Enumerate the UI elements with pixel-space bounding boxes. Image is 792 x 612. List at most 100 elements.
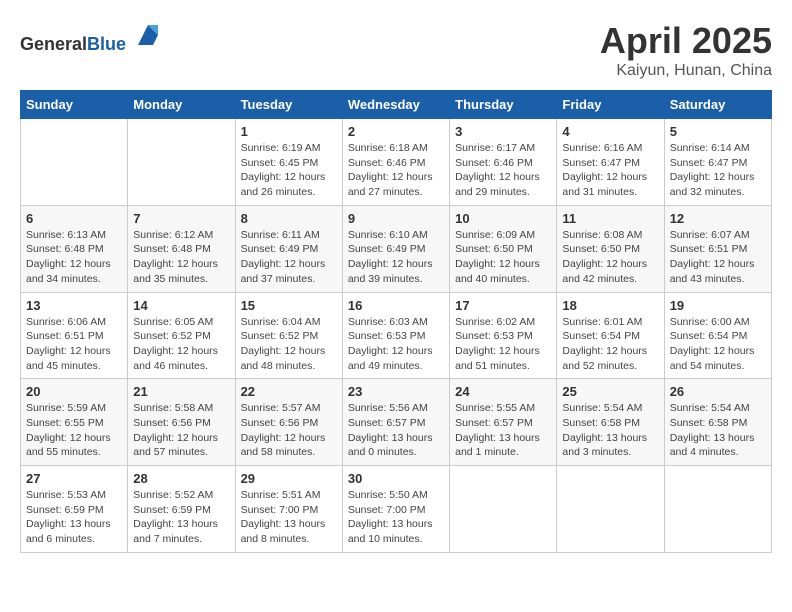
calendar-cell: 19 Sunrise: 6:00 AM Sunset: 6:54 PM Dayli…: [664, 292, 771, 379]
calendar-cell: 3 Sunrise: 6:17 AM Sunset: 6:46 PM Daylig…: [450, 119, 557, 206]
page-subtitle: Kaiyun, Hunan, China: [600, 62, 772, 80]
calendar-cell: 10 Sunrise: 6:09 AM Sunset: 6:50 PM Dayli…: [450, 205, 557, 292]
day-info: Sunrise: 6:04 AM Sunset: 6:52 PM Dayligh…: [241, 315, 337, 374]
calendar-cell: 17 Sunrise: 6:02 AM Sunset: 6:53 PM Dayli…: [450, 292, 557, 379]
weekday-header: Sunday: [21, 91, 128, 119]
day-info: Sunrise: 6:02 AM Sunset: 6:53 PM Dayligh…: [455, 315, 551, 374]
day-info: Sunrise: 5:53 AM Sunset: 6:59 PM Dayligh…: [26, 488, 122, 547]
day-info: Sunrise: 6:18 AM Sunset: 6:46 PM Dayligh…: [348, 141, 444, 200]
weekday-header: Tuesday: [235, 91, 342, 119]
day-number: 11: [562, 211, 658, 226]
calendar-week-row: 20 Sunrise: 5:59 AM Sunset: 6:55 PM Dayli…: [21, 379, 772, 466]
day-number: 25: [562, 384, 658, 399]
weekday-header: Monday: [128, 91, 235, 119]
day-number: 27: [26, 471, 122, 486]
day-number: 5: [670, 124, 766, 139]
calendar-cell: 28 Sunrise: 5:52 AM Sunset: 6:59 PM Dayli…: [128, 466, 235, 553]
page-title: April 2025: [600, 20, 772, 62]
day-number: 19: [670, 298, 766, 313]
day-info: Sunrise: 5:50 AM Sunset: 7:00 PM Dayligh…: [348, 488, 444, 547]
calendar-cell: 8 Sunrise: 6:11 AM Sunset: 6:49 PM Daylig…: [235, 205, 342, 292]
day-number: 29: [241, 471, 337, 486]
day-info: Sunrise: 5:52 AM Sunset: 6:59 PM Dayligh…: [133, 488, 229, 547]
day-info: Sunrise: 5:57 AM Sunset: 6:56 PM Dayligh…: [241, 401, 337, 460]
day-info: Sunrise: 6:10 AM Sunset: 6:49 PM Dayligh…: [348, 228, 444, 287]
day-number: 14: [133, 298, 229, 313]
calendar-table: SundayMondayTuesdayWednesdayThursdayFrid…: [20, 90, 772, 553]
logo: GeneralBlue: [20, 20, 163, 55]
day-info: Sunrise: 6:11 AM Sunset: 6:49 PM Dayligh…: [241, 228, 337, 287]
day-number: 10: [455, 211, 551, 226]
day-number: 6: [26, 211, 122, 226]
day-info: Sunrise: 6:12 AM Sunset: 6:48 PM Dayligh…: [133, 228, 229, 287]
calendar-cell: [664, 466, 771, 553]
day-number: 2: [348, 124, 444, 139]
weekday-header: Wednesday: [342, 91, 449, 119]
day-info: Sunrise: 5:59 AM Sunset: 6:55 PM Dayligh…: [26, 401, 122, 460]
day-info: Sunrise: 6:00 AM Sunset: 6:54 PM Dayligh…: [670, 315, 766, 374]
day-info: Sunrise: 6:17 AM Sunset: 6:46 PM Dayligh…: [455, 141, 551, 200]
calendar-cell: 30 Sunrise: 5:50 AM Sunset: 7:00 PM Dayli…: [342, 466, 449, 553]
calendar-cell: 1Sunrise: 6:19 AM Sunset: 6:45 PM Daylig…: [235, 119, 342, 206]
calendar-cell: 27 Sunrise: 5:53 AM Sunset: 6:59 PM Dayli…: [21, 466, 128, 553]
day-number: 30: [348, 471, 444, 486]
calendar-cell: [557, 466, 664, 553]
calendar-cell: 25 Sunrise: 5:54 AM Sunset: 6:58 PM Dayli…: [557, 379, 664, 466]
logo-icon: [133, 20, 163, 50]
page-header: GeneralBlue April 2025 Kaiyun, Hunan, Ch…: [20, 20, 772, 80]
calendar-cell: 24 Sunrise: 5:55 AM Sunset: 6:57 PM Dayli…: [450, 379, 557, 466]
calendar-week-row: 13Sunrise: 6:06 AM Sunset: 6:51 PM Dayli…: [21, 292, 772, 379]
calendar-week-row: 27 Sunrise: 5:53 AM Sunset: 6:59 PM Dayli…: [21, 466, 772, 553]
day-info: Sunrise: 5:55 AM Sunset: 6:57 PM Dayligh…: [455, 401, 551, 460]
calendar-cell: 11Sunrise: 6:08 AM Sunset: 6:50 PM Dayli…: [557, 205, 664, 292]
calendar-cell: 21Sunrise: 5:58 AM Sunset: 6:56 PM Dayli…: [128, 379, 235, 466]
title-section: April 2025 Kaiyun, Hunan, China: [600, 20, 772, 80]
calendar-cell: 16 Sunrise: 6:03 AM Sunset: 6:53 PM Dayli…: [342, 292, 449, 379]
weekday-header-row: SundayMondayTuesdayWednesdayThursdayFrid…: [21, 91, 772, 119]
day-number: 3: [455, 124, 551, 139]
day-number: 28: [133, 471, 229, 486]
calendar-cell: 26 Sunrise: 5:54 AM Sunset: 6:58 PM Dayli…: [664, 379, 771, 466]
day-info: Sunrise: 6:09 AM Sunset: 6:50 PM Dayligh…: [455, 228, 551, 287]
day-number: 16: [348, 298, 444, 313]
day-number: 24: [455, 384, 551, 399]
day-info: Sunrise: 6:16 AM Sunset: 6:47 PM Dayligh…: [562, 141, 658, 200]
weekday-header: Thursday: [450, 91, 557, 119]
day-number: 4: [562, 124, 658, 139]
weekday-header: Friday: [557, 91, 664, 119]
day-info: Sunrise: 6:03 AM Sunset: 6:53 PM Dayligh…: [348, 315, 444, 374]
day-info: Sunrise: 5:58 AM Sunset: 6:56 PM Dayligh…: [133, 401, 229, 460]
day-number: 23: [348, 384, 444, 399]
calendar-cell: [450, 466, 557, 553]
calendar-cell: 15 Sunrise: 6:04 AM Sunset: 6:52 PM Dayli…: [235, 292, 342, 379]
day-info: Sunrise: 5:54 AM Sunset: 6:58 PM Dayligh…: [562, 401, 658, 460]
day-info: Sunrise: 6:01 AM Sunset: 6:54 PM Dayligh…: [562, 315, 658, 374]
day-number: 20: [26, 384, 122, 399]
day-number: 9: [348, 211, 444, 226]
calendar-cell: 29Sunrise: 5:51 AM Sunset: 7:00 PM Dayli…: [235, 466, 342, 553]
day-info: Sunrise: 6:19 AM Sunset: 6:45 PM Dayligh…: [241, 141, 337, 200]
day-info: Sunrise: 6:13 AM Sunset: 6:48 PM Dayligh…: [26, 228, 122, 287]
day-number: 13: [26, 298, 122, 313]
calendar-cell: 5Sunrise: 6:14 AM Sunset: 6:47 PM Daylig…: [664, 119, 771, 206]
day-info: Sunrise: 5:54 AM Sunset: 6:58 PM Dayligh…: [670, 401, 766, 460]
day-number: 15: [241, 298, 337, 313]
calendar-cell: 12Sunrise: 6:07 AM Sunset: 6:51 PM Dayli…: [664, 205, 771, 292]
calendar-week-row: 1Sunrise: 6:19 AM Sunset: 6:45 PM Daylig…: [21, 119, 772, 206]
logo-general: General: [20, 34, 87, 54]
day-number: 26: [670, 384, 766, 399]
calendar-cell: 20 Sunrise: 5:59 AM Sunset: 6:55 PM Dayli…: [21, 379, 128, 466]
day-number: 7: [133, 211, 229, 226]
day-number: 8: [241, 211, 337, 226]
weekday-header: Saturday: [664, 91, 771, 119]
calendar-cell: 7 Sunrise: 6:12 AM Sunset: 6:48 PM Daylig…: [128, 205, 235, 292]
day-info: Sunrise: 6:05 AM Sunset: 6:52 PM Dayligh…: [133, 315, 229, 374]
day-number: 17: [455, 298, 551, 313]
calendar-cell: 2 Sunrise: 6:18 AM Sunset: 6:46 PM Daylig…: [342, 119, 449, 206]
calendar-cell: 6 Sunrise: 6:13 AM Sunset: 6:48 PM Daylig…: [21, 205, 128, 292]
calendar-cell: 14 Sunrise: 6:05 AM Sunset: 6:52 PM Dayli…: [128, 292, 235, 379]
calendar-cell: 9 Sunrise: 6:10 AM Sunset: 6:49 PM Daylig…: [342, 205, 449, 292]
day-number: 12: [670, 211, 766, 226]
calendar-cell: 22Sunrise: 5:57 AM Sunset: 6:56 PM Dayli…: [235, 379, 342, 466]
calendar-cell: [128, 119, 235, 206]
